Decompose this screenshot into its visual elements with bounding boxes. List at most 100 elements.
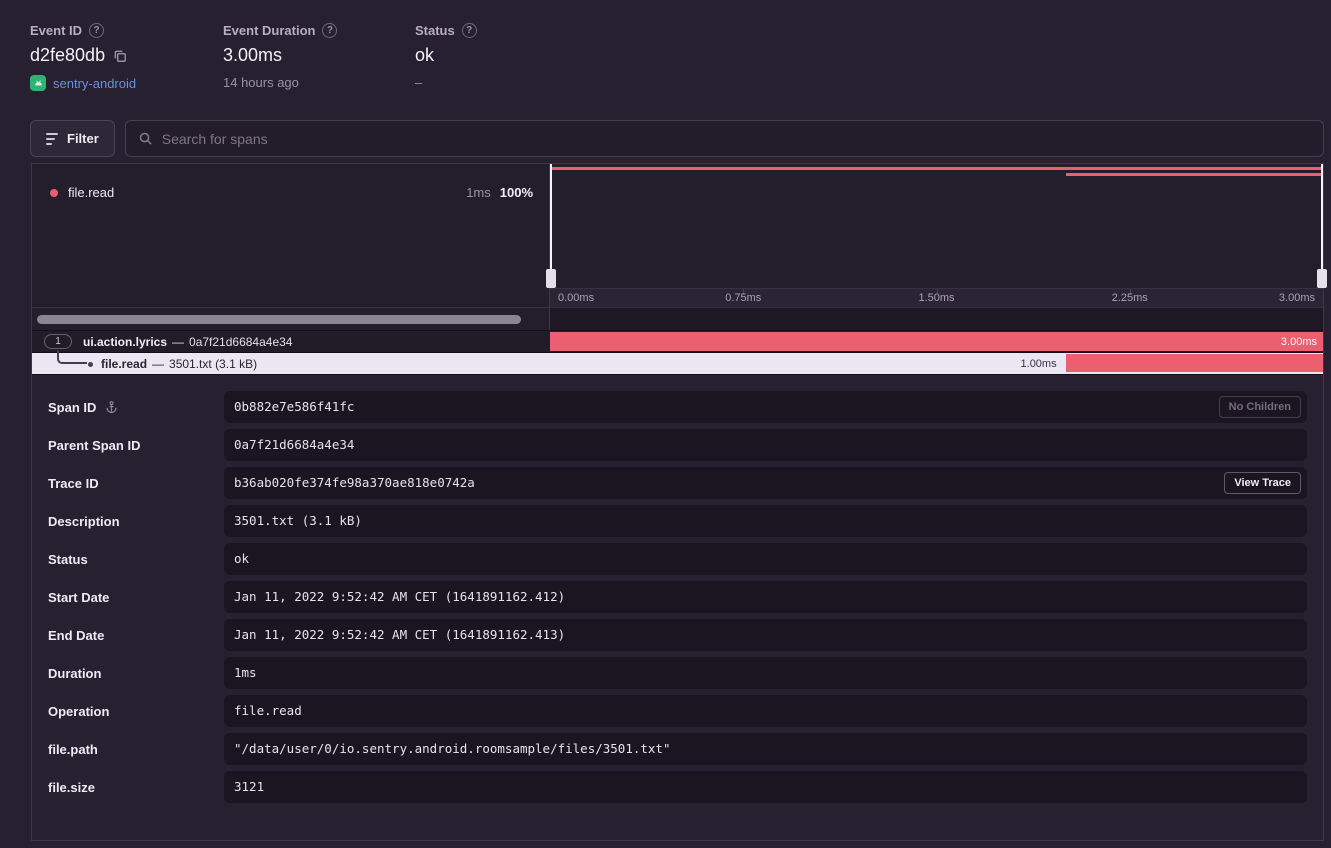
detail-value: 0b882e7e586f41fc No Children bbox=[224, 391, 1307, 423]
detail-row-parent-span-id: Parent Span ID 0a7f21d6684a4e34 bbox=[48, 429, 1307, 461]
event-duration-value: 3.00ms bbox=[223, 45, 282, 66]
status-sub: – bbox=[415, 75, 422, 90]
op-percent: 100% bbox=[500, 185, 533, 200]
op-name: file.read bbox=[68, 185, 114, 200]
event-id-value: d2fe80db bbox=[30, 45, 105, 66]
detail-label-text: Duration bbox=[48, 666, 101, 681]
minimap-right-handle[interactable] bbox=[1321, 164, 1323, 288]
trace-minimap[interactable] bbox=[550, 164, 1323, 288]
copy-icon[interactable] bbox=[113, 49, 127, 63]
minimap-left-grip[interactable] bbox=[546, 269, 556, 288]
detail-value: Jan 11, 2022 9:52:42 AM CET (1641891162.… bbox=[224, 619, 1307, 651]
detail-row-start-date: Start Date Jan 11, 2022 9:52:42 AM CET (… bbox=[48, 581, 1307, 613]
detail-row-span-id: Span ID 0b882e7e586f41fc No Children bbox=[48, 391, 1307, 423]
detail-value: file.read bbox=[224, 695, 1307, 727]
detail-label-text: Status bbox=[48, 552, 88, 567]
detail-label-text: Start Date bbox=[48, 590, 109, 605]
minimap-right-grip[interactable] bbox=[1317, 269, 1327, 288]
tree-connector bbox=[57, 350, 87, 364]
detail-value: ok bbox=[224, 543, 1307, 575]
detail-value: 1ms bbox=[224, 657, 1307, 689]
search-icon bbox=[138, 131, 153, 146]
minimap-column: 0.00ms 0.75ms 1.50ms 2.25ms 3.00ms bbox=[550, 164, 1323, 330]
span-details: Span ID 0b882e7e586f41fc No Children Par… bbox=[32, 375, 1323, 803]
detail-row-trace-id: Trace ID b36ab020fe374fe98a370ae818e0742… bbox=[48, 467, 1307, 499]
detail-row-description: Description 3501.txt (3.1 kB) bbox=[48, 505, 1307, 537]
detail-value: "/data/user/0/io.sentry.android.roomsamp… bbox=[224, 733, 1307, 765]
detail-label-text: file.path bbox=[48, 742, 98, 757]
time-axis: 0.00ms 0.75ms 1.50ms 2.25ms 3.00ms bbox=[550, 288, 1323, 307]
event-duration-column: Event Duration ? 3.00ms 14 hours ago bbox=[223, 23, 415, 91]
span-row-parent[interactable]: 1 ui.action.lyrics — 0a7f21d6684a4e34 3.00… bbox=[32, 331, 1323, 353]
span-duration-label: 1.00ms bbox=[1021, 353, 1057, 375]
detail-label-text: Operation bbox=[48, 704, 109, 719]
detail-row-operation: Operation file.read bbox=[48, 695, 1307, 727]
span-children-count-badge[interactable]: 1 bbox=[44, 334, 72, 349]
minimap-left-handle[interactable] bbox=[550, 164, 552, 288]
event-id-label: Event ID bbox=[30, 23, 82, 38]
detail-row-duration: Duration 1ms bbox=[48, 657, 1307, 689]
detail-label-text: Span ID bbox=[48, 400, 96, 415]
help-icon[interactable]: ? bbox=[89, 23, 104, 38]
span-description: 3501.txt (3.1 kB) bbox=[169, 357, 257, 371]
detail-label-text: Parent Span ID bbox=[48, 438, 140, 453]
span-row-child-selected[interactable]: file.read — 3501.txt (3.1 kB) 1.00ms bbox=[32, 353, 1323, 375]
separator: — bbox=[172, 335, 184, 349]
axis-label-0: 0.00ms bbox=[558, 292, 594, 304]
android-platform-icon bbox=[30, 75, 46, 91]
ops-breakdown-panel: file.read 1ms 100% bbox=[32, 164, 550, 330]
status-column: Status ? ok – bbox=[415, 23, 477, 91]
detail-value: 0a7f21d6684a4e34 bbox=[224, 429, 1307, 461]
detail-label-text: End Date bbox=[48, 628, 104, 643]
trace-minimap-area: file.read 1ms 100% bbox=[32, 164, 1323, 331]
detail-row-end-date: End Date Jan 11, 2022 9:52:42 AM CET (16… bbox=[48, 619, 1307, 651]
detail-value: b36ab020fe374fe98a370ae818e0742a View Tr… bbox=[224, 467, 1307, 499]
trace-view-panel: file.read 1ms 100% bbox=[31, 163, 1324, 841]
span-op: file.read bbox=[101, 357, 147, 371]
help-icon[interactable]: ? bbox=[462, 23, 477, 38]
op-duration: 1ms bbox=[466, 185, 491, 200]
op-legend-file-read[interactable]: file.read 1ms 100% bbox=[32, 164, 549, 307]
help-icon[interactable]: ? bbox=[322, 23, 337, 38]
detail-row-status: Status ok bbox=[48, 543, 1307, 575]
minimap-span-parent bbox=[550, 167, 1323, 170]
horizontal-scrollbar-track bbox=[32, 307, 549, 330]
separator: — bbox=[152, 357, 164, 371]
detail-value: Jan 11, 2022 9:52:42 AM CET (1641891162.… bbox=[224, 581, 1307, 613]
horizontal-scrollbar[interactable] bbox=[37, 315, 521, 324]
span-op: ui.action.lyrics bbox=[83, 335, 167, 349]
axis-label-25: 0.75ms bbox=[725, 292, 761, 304]
status-value: ok bbox=[415, 45, 434, 66]
event-duration-label: Event Duration bbox=[223, 23, 315, 38]
tree-connector-dot bbox=[88, 362, 93, 367]
axis-label-50: 1.50ms bbox=[918, 292, 954, 304]
event-id-column: Event ID ? d2fe80db sentry-android bbox=[30, 23, 223, 91]
op-color-dot bbox=[50, 189, 58, 197]
minimap-footer-strip bbox=[550, 307, 1323, 330]
minimap-span-child bbox=[1066, 173, 1323, 176]
span-duration-label: 3.00ms bbox=[1281, 336, 1323, 348]
search-input[interactable] bbox=[162, 131, 1311, 147]
filter-button[interactable]: Filter bbox=[30, 120, 115, 157]
detail-label-text: file.size bbox=[48, 780, 95, 795]
event-age: 14 hours ago bbox=[223, 75, 299, 90]
detail-label-text: Trace ID bbox=[48, 476, 99, 491]
event-header: Event ID ? d2fe80db sentry-android Event… bbox=[30, 23, 477, 91]
span-bar-child[interactable] bbox=[1066, 354, 1323, 372]
toolbar: Filter bbox=[30, 120, 1324, 157]
span-id-short: 0a7f21d6684a4e34 bbox=[189, 335, 292, 349]
detail-value: 3501.txt (3.1 kB) bbox=[224, 505, 1307, 537]
span-bar-parent[interactable]: 3.00ms bbox=[550, 332, 1323, 351]
view-trace-button[interactable]: View Trace bbox=[1224, 472, 1301, 494]
filter-button-label: Filter bbox=[67, 131, 99, 146]
axis-label-75: 2.25ms bbox=[1112, 292, 1148, 304]
anchor-icon[interactable] bbox=[104, 400, 119, 415]
detail-row-file-size: file.size 3121 bbox=[48, 771, 1307, 803]
search-bar bbox=[125, 120, 1324, 157]
detail-label-text: Description bbox=[48, 514, 120, 529]
detail-value: 3121 bbox=[224, 771, 1307, 803]
filter-icon bbox=[46, 133, 58, 145]
detail-row-file-path: file.path "/data/user/0/io.sentry.androi… bbox=[48, 733, 1307, 765]
axis-label-100: 3.00ms bbox=[1279, 292, 1315, 304]
project-link[interactable]: sentry-android bbox=[53, 76, 136, 91]
